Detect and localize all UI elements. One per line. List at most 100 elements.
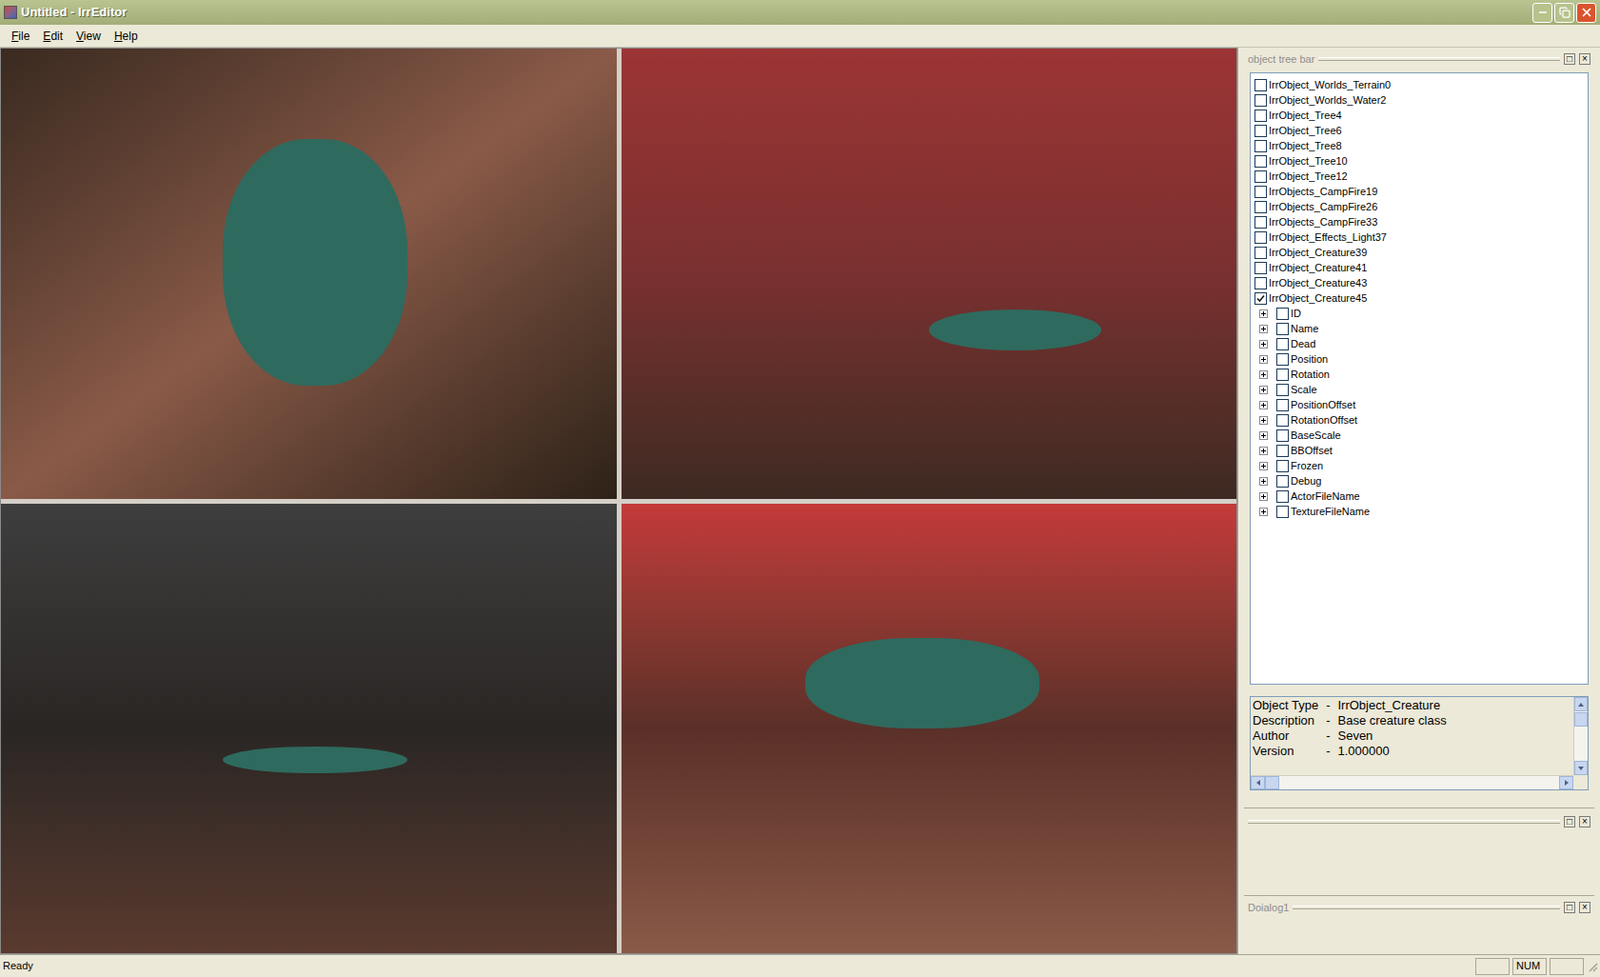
tree-item[interactable]: IrrObject_Creature45 xyxy=(1254,290,1588,306)
panel-button[interactable]: □ xyxy=(1563,901,1576,913)
tree-property[interactable]: Rotation xyxy=(1254,366,1588,382)
tree-property[interactable]: TextureFileName xyxy=(1254,503,1588,519)
panel-header[interactable]: object tree bar□× xyxy=(1244,51,1595,67)
checkbox[interactable] xyxy=(1254,200,1267,214)
expander-icon[interactable] xyxy=(1259,339,1268,349)
checkbox[interactable] xyxy=(1276,490,1289,503)
tree-item[interactable]: IrrObject_Worlds_Terrain0 xyxy=(1254,77,1588,93)
checkbox[interactable] xyxy=(1276,414,1289,427)
checkbox[interactable] xyxy=(1276,383,1289,396)
panel-button[interactable]: □ xyxy=(1563,53,1576,65)
expander-icon[interactable] xyxy=(1259,309,1268,318)
checkbox[interactable] xyxy=(1276,398,1289,412)
minimize-button[interactable] xyxy=(1532,2,1553,23)
viewport[interactable] xyxy=(0,48,617,499)
expander-icon[interactable] xyxy=(1259,400,1268,410)
tree-item[interactable]: IrrObjects_CampFire33 xyxy=(1254,214,1588,230)
horizontal-scrollbar[interactable] xyxy=(1250,774,1574,790)
checkbox[interactable] xyxy=(1276,474,1289,488)
tree-property[interactable]: BaseScale xyxy=(1254,427,1588,443)
expander-icon[interactable] xyxy=(1259,446,1268,455)
expander-icon[interactable] xyxy=(1259,385,1268,395)
menu-item[interactable]: Help xyxy=(114,27,139,45)
checkbox[interactable] xyxy=(1276,444,1289,457)
expander-icon[interactable] xyxy=(1259,415,1268,425)
tree-item[interactable]: IrrObject_Tree12 xyxy=(1254,168,1588,184)
resize-grip-icon[interactable] xyxy=(1586,960,1599,972)
tree-property[interactable]: RotationOffset xyxy=(1254,412,1588,428)
tree-property[interactable]: Position xyxy=(1254,351,1588,367)
checkbox[interactable] xyxy=(1276,322,1289,336)
viewport[interactable] xyxy=(621,503,1238,954)
checkbox[interactable] xyxy=(1254,246,1267,259)
close-button[interactable] xyxy=(1576,2,1597,23)
title-bar[interactable]: Untitled - IrrEditor xyxy=(0,0,1600,25)
tree-item[interactable]: IrrObject_Tree8 xyxy=(1254,138,1588,154)
checkbox[interactable] xyxy=(1276,505,1289,518)
panel-button[interactable]: × xyxy=(1579,815,1591,828)
checkbox[interactable] xyxy=(1276,368,1289,381)
expander-icon[interactable] xyxy=(1259,492,1268,501)
tree-property[interactable]: Dead xyxy=(1254,335,1588,352)
checkbox[interactable] xyxy=(1254,124,1267,138)
expander-icon[interactable] xyxy=(1259,324,1268,334)
menu-item[interactable]: View xyxy=(76,27,101,45)
checkbox[interactable] xyxy=(1276,459,1289,473)
expander-icon[interactable] xyxy=(1259,507,1268,516)
checkbox[interactable] xyxy=(1254,292,1267,305)
panel-grip[interactable] xyxy=(1292,905,1561,909)
checkbox[interactable] xyxy=(1254,231,1267,244)
tree-item[interactable]: IrrObjects_CampFire26 xyxy=(1254,198,1588,215)
tree-item[interactable]: IrrObject_Effects_Light37 xyxy=(1254,229,1588,245)
panel-button[interactable]: × xyxy=(1579,53,1591,65)
tree-item[interactable]: IrrObject_Creature41 xyxy=(1254,259,1588,276)
tree-item[interactable]: IrrObject_Tree4 xyxy=(1254,107,1588,123)
object-tree[interactable]: IrrObject_Worlds_Terrain0IrrObject_World… xyxy=(1249,72,1589,685)
viewport[interactable] xyxy=(621,48,1238,499)
checkbox[interactable] xyxy=(1276,337,1289,351)
menu-item[interactable]: Edit xyxy=(42,27,63,45)
checkbox[interactable] xyxy=(1254,185,1267,198)
tree-property[interactable]: PositionOffset xyxy=(1254,396,1588,413)
expander-icon[interactable] xyxy=(1259,431,1268,440)
viewport[interactable] xyxy=(0,503,617,954)
panel-grip[interactable] xyxy=(1247,819,1561,824)
checkbox[interactable] xyxy=(1254,94,1267,107)
tree-item[interactable]: IrrObjects_CampFire19 xyxy=(1254,183,1588,199)
expander-icon[interactable] xyxy=(1259,461,1268,471)
vertical-scrollbar[interactable] xyxy=(1573,696,1588,775)
tree-property[interactable]: Debug xyxy=(1254,473,1588,489)
checkbox[interactable] xyxy=(1254,276,1267,290)
checkbox[interactable] xyxy=(1254,261,1267,275)
panel-button[interactable]: □ xyxy=(1563,815,1576,828)
checkbox[interactable] xyxy=(1254,216,1267,229)
tree-item[interactable]: IrrObject_Tree10 xyxy=(1254,153,1588,169)
panel-header[interactable]: Doialog1□× xyxy=(1244,899,1595,915)
tree-property[interactable]: BBOffset xyxy=(1254,442,1588,458)
checkbox[interactable] xyxy=(1254,109,1267,122)
tree-property[interactable]: Name xyxy=(1254,320,1588,336)
tree-property[interactable]: Scale xyxy=(1254,381,1588,397)
tree-item[interactable]: IrrObject_Tree6 xyxy=(1254,122,1588,139)
panel-header[interactable]: □× xyxy=(1244,813,1595,830)
expander-icon[interactable] xyxy=(1259,355,1268,364)
tree-property[interactable]: ActorFileName xyxy=(1254,488,1588,504)
expander-icon[interactable] xyxy=(1259,476,1268,486)
panel-grip[interactable] xyxy=(1318,57,1561,61)
tree-property[interactable]: Frozen xyxy=(1254,457,1588,474)
restore-button[interactable] xyxy=(1554,2,1575,23)
checkbox[interactable] xyxy=(1254,139,1267,153)
checkbox[interactable] xyxy=(1276,307,1289,320)
checkbox[interactable] xyxy=(1254,155,1267,168)
tree-item[interactable]: IrrObject_Creature43 xyxy=(1254,275,1588,291)
tree-item[interactable]: IrrObject_Worlds_Water2 xyxy=(1254,92,1588,108)
panel-button[interactable]: × xyxy=(1579,901,1591,913)
expander-icon[interactable] xyxy=(1259,370,1268,379)
tree-property[interactable]: ID xyxy=(1254,305,1588,321)
checkbox[interactable] xyxy=(1276,429,1289,442)
checkbox[interactable] xyxy=(1276,353,1289,366)
checkbox[interactable] xyxy=(1254,170,1267,183)
tree-item[interactable]: IrrObject_Creature39 xyxy=(1254,244,1588,260)
checkbox[interactable] xyxy=(1254,79,1267,92)
menu-item[interactable]: File xyxy=(11,27,30,45)
